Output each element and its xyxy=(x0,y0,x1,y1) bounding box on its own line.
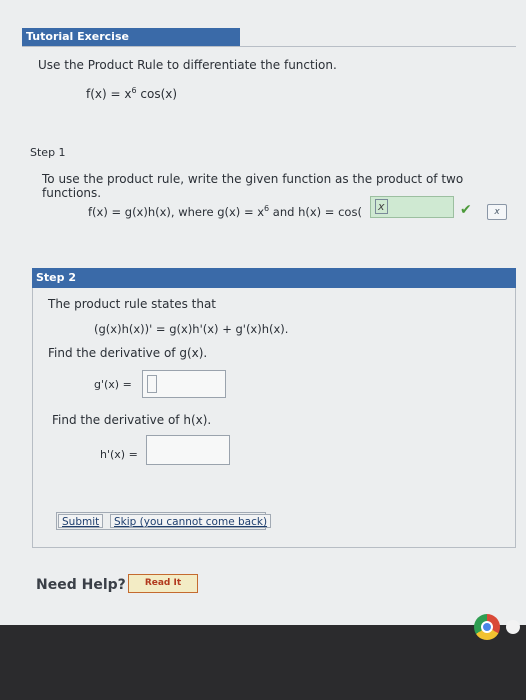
app-icon[interactable] xyxy=(506,620,520,634)
find-g-prompt: Find the derivative of g(x). xyxy=(48,346,208,360)
math-keyboard-icon[interactable]: x xyxy=(487,204,507,220)
tutorial-title: Tutorial Exercise xyxy=(22,28,240,46)
checkmark-icon: ✔ xyxy=(460,202,472,218)
step1-equation: f(x) = g(x)h(x), where g(x) = x6 and h(x… xyxy=(88,204,362,219)
find-h-prompt: Find the derivative of h(x). xyxy=(52,413,212,427)
skip-button[interactable]: Skip (you cannot come back) xyxy=(110,514,272,528)
need-help-label: Need Help? xyxy=(36,577,126,593)
h-prime-input[interactable] xyxy=(146,435,230,465)
step2-label: Step 2 xyxy=(32,268,516,288)
dock-bar xyxy=(0,625,526,700)
h-prime-label: h'(x) = xyxy=(100,448,138,461)
product-rule-equation: (g(x)h(x))' = g(x)h'(x) + g'(x)h(x). xyxy=(94,322,289,336)
read-it-button[interactable]: Read It xyxy=(128,574,198,593)
g-prime-label: g'(x) = xyxy=(94,378,132,391)
submit-button[interactable]: Submit xyxy=(58,514,104,528)
problem-instruction: Use the Product Rule to differentiate th… xyxy=(38,58,337,72)
function-expression: f(x) = x6 cos(x) xyxy=(86,86,178,101)
input-cursor xyxy=(147,375,157,393)
chrome-icon[interactable] xyxy=(474,614,500,640)
product-rule-text: The product rule states that xyxy=(48,297,217,311)
step1-answer-field[interactable]: x xyxy=(370,196,454,218)
divider xyxy=(22,46,516,47)
answer-value: x xyxy=(375,199,388,214)
g-prime-input[interactable] xyxy=(142,370,226,398)
step1-label: Step 1 xyxy=(30,146,66,159)
